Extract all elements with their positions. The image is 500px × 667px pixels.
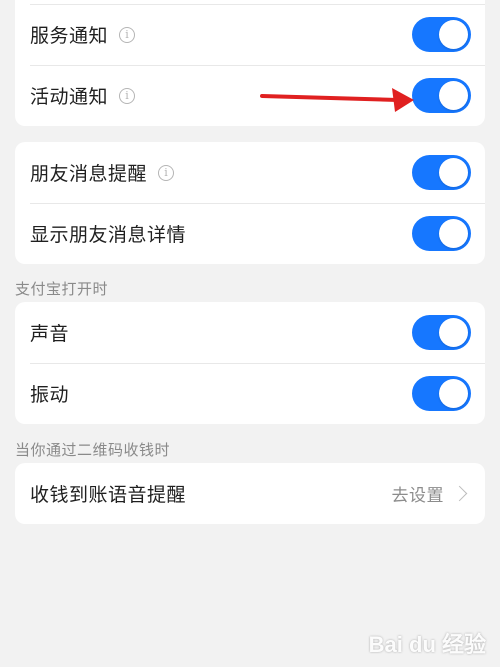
friend-message-reminder-label: 朋友消息提醒 bbox=[30, 163, 148, 185]
row-payment-voice-reminder[interactable]: 收钱到账语音提醒 去设置 bbox=[15, 463, 485, 524]
row-friend-message-reminder: 朋友消息提醒 i bbox=[15, 142, 485, 203]
sound-label: 声音 bbox=[30, 323, 70, 345]
toggle-knob bbox=[439, 158, 468, 187]
row-vibration: 振动 bbox=[15, 363, 485, 424]
toggle-knob bbox=[439, 219, 468, 248]
vibration-toggle[interactable] bbox=[412, 376, 471, 411]
toggle-knob bbox=[439, 81, 468, 110]
service-notification-toggle[interactable] bbox=[412, 17, 471, 52]
friend-message-card: 朋友消息提醒 i 显示朋友消息详情 bbox=[15, 142, 485, 264]
chevron-right-icon bbox=[451, 485, 468, 502]
row-activity-notification: 活动通知 i bbox=[15, 65, 485, 126]
activity-notification-label: 活动通知 bbox=[30, 86, 109, 108]
go-settings-link[interactable]: 去设置 bbox=[392, 481, 445, 506]
activity-notification-toggle[interactable] bbox=[412, 78, 471, 113]
qr-receive-card: 收钱到账语音提醒 去设置 bbox=[15, 463, 485, 524]
toggle-knob bbox=[439, 20, 468, 49]
alipay-open-card: 声音 振动 bbox=[15, 302, 485, 424]
section-title-qr-code: 当你通过二维码收钱时 bbox=[15, 441, 171, 459]
show-friend-message-details-label: 显示朋友消息详情 bbox=[30, 224, 187, 246]
row-service-notification: 服务通知 i bbox=[15, 4, 485, 65]
info-icon[interactable]: i bbox=[119, 26, 136, 43]
friend-message-reminder-toggle[interactable] bbox=[412, 155, 471, 190]
notification-card-1: 服务通知 i 活动通知 i bbox=[15, 0, 485, 126]
section-title-alipay-open: 支付宝打开时 bbox=[15, 280, 109, 298]
baidu-jingyan-watermark: Bai du 经验 bbox=[368, 632, 486, 657]
info-icon[interactable]: i bbox=[158, 164, 175, 181]
row-show-friend-message-details: 显示朋友消息详情 bbox=[15, 203, 485, 264]
service-notification-label: 服务通知 bbox=[30, 25, 109, 47]
vibration-label: 振动 bbox=[30, 384, 70, 406]
show-friend-message-details-toggle[interactable] bbox=[412, 216, 471, 251]
toggle-knob bbox=[439, 318, 468, 347]
sound-toggle[interactable] bbox=[412, 315, 471, 350]
row-sound: 声音 bbox=[15, 302, 485, 363]
info-icon[interactable]: i bbox=[119, 87, 136, 104]
payment-voice-reminder-label: 收钱到账语音提醒 bbox=[30, 484, 187, 506]
toggle-knob bbox=[439, 379, 468, 408]
